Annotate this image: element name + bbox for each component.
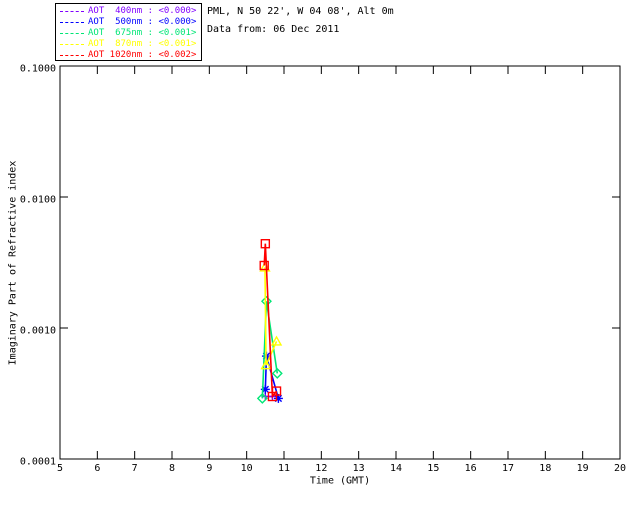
y-tick-label: 0.1000 — [19, 63, 56, 75]
legend-line-sample — [60, 55, 84, 56]
x-tick-label: 16 — [464, 463, 477, 474]
legend-line-sample — [60, 22, 84, 23]
legend-line-sample — [60, 33, 84, 34]
x-tick-label: 20 — [613, 463, 627, 474]
legend-entry-label: AOT 675nm : <0.001> — [88, 28, 197, 38]
x-tick-label: 12 — [315, 463, 328, 474]
legend-entry-label: AOT 400nm : <0.000> — [88, 6, 197, 16]
legend-line-sample — [60, 11, 84, 12]
x-tick-label: 14 — [389, 463, 403, 474]
x-tick-label: 10 — [240, 463, 253, 474]
marker-triangle — [270, 335, 283, 346]
x-tick-label: 13 — [352, 463, 365, 474]
data-date-text: Data from: 06 Dec 2011 — [207, 24, 340, 35]
x-tick-label: 17 — [501, 463, 515, 474]
plot-page: AOT 400nm : <0.000> AOT 500nm : <0.000> AO… — [0, 0, 640, 512]
legend-entry: AOT 870nm : <0.001> — [56, 39, 201, 50]
plot-frame — [59, 65, 621, 460]
y-tick-label: 0.0100 — [19, 194, 56, 206]
legend-entry: AOT 1020nm : <0.002> — [56, 50, 201, 61]
legend-entry: AOT 400nm : <0.000> — [56, 6, 201, 17]
site-location-text: PML, N 50 22', W 04 08', Alt 0m — [207, 6, 394, 17]
x-tick-label: 8 — [168, 463, 176, 474]
legend-line-sample — [60, 44, 84, 45]
legend-entry-label: AOT 500nm : <0.000> — [88, 17, 197, 27]
y-tick-label: 0.0001 — [19, 456, 56, 468]
legend-entry: AOT 500nm : <0.000> — [56, 17, 201, 28]
x-tick-label: 19 — [576, 463, 589, 474]
legend-entry-label: AOT 870nm : <0.001> — [88, 39, 197, 49]
legend-entry: AOT 675nm : <0.001> — [56, 28, 201, 39]
x-tick-label: 11 — [277, 463, 291, 474]
x-tick-label: 6 — [94, 463, 101, 474]
x-axis-title: Time (GMT) — [309, 475, 371, 487]
y-axis-title: Imaginary Part of Refractive index — [7, 160, 19, 366]
chart-canvas — [59, 65, 621, 460]
legend-entry-label: AOT 1020nm : <0.002> — [88, 50, 197, 60]
x-tick-label: 9 — [206, 463, 213, 474]
x-tick-label: 15 — [427, 463, 440, 474]
legend-box: AOT 400nm : <0.000> AOT 500nm : <0.000> AO… — [55, 3, 202, 61]
x-tick-label: 7 — [131, 463, 138, 474]
y-tick-label: 0.0010 — [19, 325, 56, 337]
x-tick-label: 18 — [539, 463, 552, 474]
x-tick-label: 5 — [56, 463, 64, 474]
